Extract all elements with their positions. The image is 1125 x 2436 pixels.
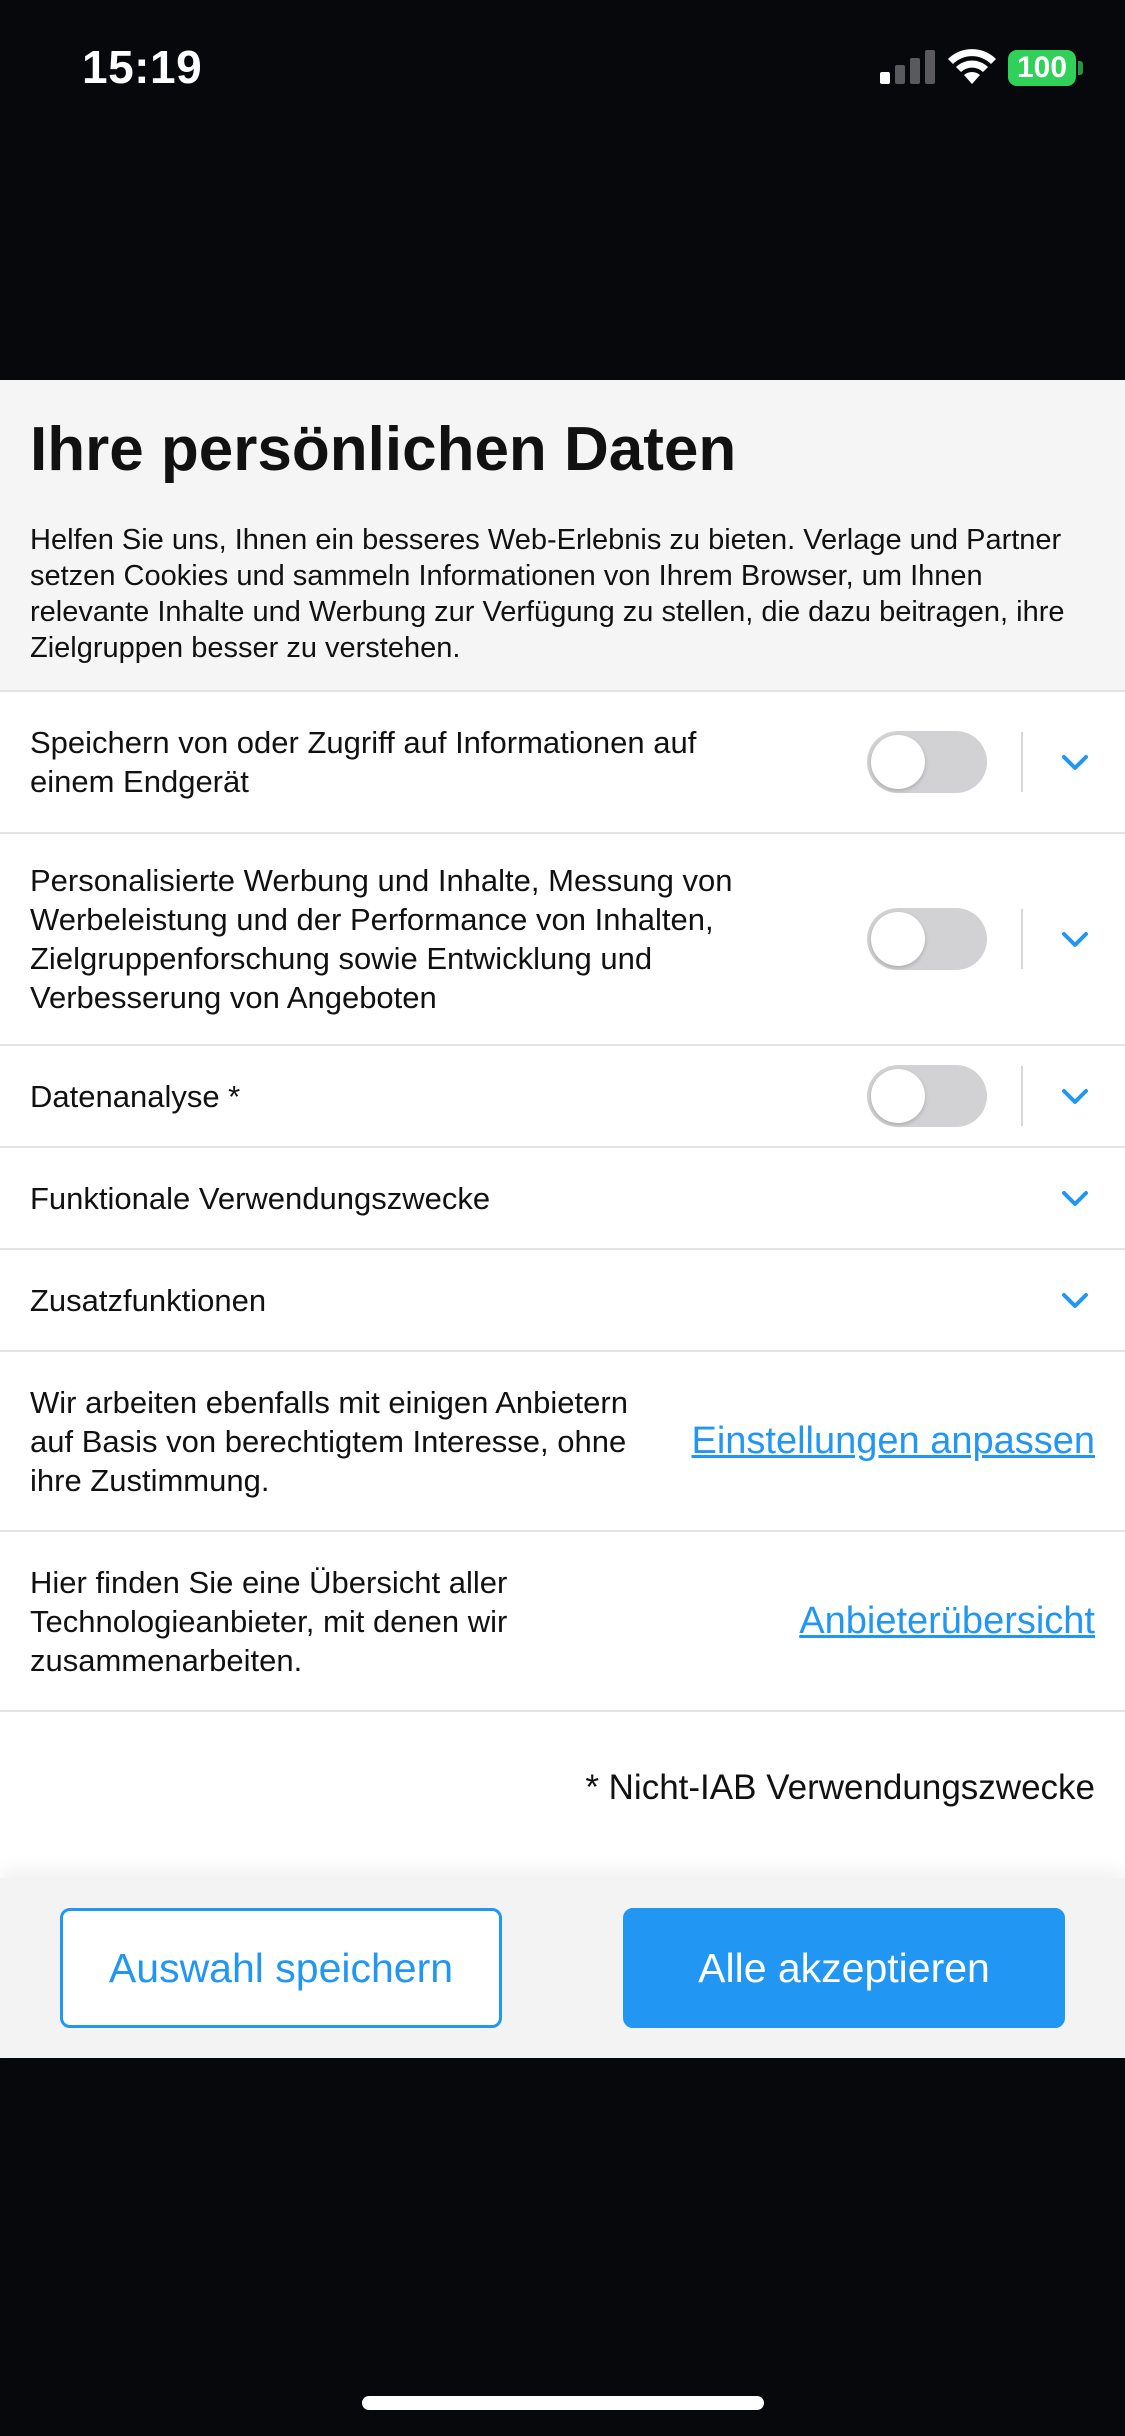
toggle-knob xyxy=(871,912,925,966)
chevron-down-icon[interactable] xyxy=(1055,742,1095,782)
consent-sheet: Ihre persönlichen Daten Helfen Sie uns, … xyxy=(0,380,1125,2057)
purpose-label: Zusatzfunktionen xyxy=(30,1282,267,1318)
cellular-signal-icon xyxy=(880,50,936,84)
toggle-knob xyxy=(871,1069,925,1123)
vendors-text: Hier finden Sie eine Übersicht aller Tec… xyxy=(30,1564,508,1678)
purpose-row-personalised-ads[interactable]: Personalisierte Werbung und Inhalte, Mes… xyxy=(0,834,1125,1046)
purpose-label: Personalisierte Werbung und Inhalte, Mes… xyxy=(30,863,733,1015)
legitimate-interest-row: Wir arbeiten ebenfalls mit einigen Anbie… xyxy=(0,1352,1125,1532)
toggle-personalised-ads[interactable] xyxy=(867,908,987,970)
purpose-label: Funktionale Verwendungszwecke xyxy=(30,1180,491,1216)
chevron-down-icon[interactable] xyxy=(1055,1280,1095,1320)
battery-icon: 100 xyxy=(1008,50,1076,86)
legitimate-interest-text: Wir arbeiten ebenfalls mit einigen Anbie… xyxy=(30,1384,628,1498)
consent-intro: Helfen Sie uns, Ihnen ein besseres Web-E… xyxy=(30,524,1065,664)
footnote: * Nicht-IAB Verwendungszwecke xyxy=(585,1768,1095,1807)
accept-all-button[interactable]: Alle akzeptieren xyxy=(623,1908,1065,2028)
chevron-down-icon[interactable] xyxy=(1055,1178,1095,1218)
toggle-knob xyxy=(871,735,925,789)
purpose-label: Speichern von oder Zugriff auf Informati… xyxy=(30,725,697,799)
purpose-label: Datenanalyse * xyxy=(30,1078,241,1114)
status-bar: 15:19 100 xyxy=(0,0,1125,140)
consent-footer: Auswahl speichern Alle akzeptieren xyxy=(0,1878,1125,2058)
home-indicator[interactable] xyxy=(362,2396,764,2410)
purpose-row-additional-features[interactable]: Zusatzfunktionen xyxy=(0,1250,1125,1352)
purpose-row-device-storage[interactable]: Speichern von oder Zugriff auf Informati… xyxy=(0,692,1125,834)
toggle-data-analysis[interactable] xyxy=(867,1065,987,1127)
consent-header: Ihre persönlichen Daten Helfen Sie uns, … xyxy=(0,380,1125,692)
divider xyxy=(1021,1066,1023,1126)
status-time: 15:19 xyxy=(82,41,203,93)
divider xyxy=(1021,732,1023,792)
purpose-row-functional[interactable]: Funktionale Verwendungszwecke xyxy=(0,1148,1125,1250)
toggle-device-storage[interactable] xyxy=(867,731,987,793)
adjust-settings-link[interactable]: Einstellungen anpassen xyxy=(691,1420,1095,1463)
save-selection-button[interactable]: Auswahl speichern xyxy=(60,1908,502,2028)
page-title: Ihre persönlichen Daten xyxy=(30,415,737,484)
battery-cap xyxy=(1078,61,1083,75)
wifi-icon xyxy=(948,49,996,84)
vendor-overview-link[interactable]: Anbieterübersicht xyxy=(799,1600,1095,1643)
chevron-down-icon[interactable] xyxy=(1055,919,1095,959)
purpose-row-data-analysis[interactable]: Datenanalyse * xyxy=(0,1046,1125,1148)
chevron-down-icon[interactable] xyxy=(1055,1076,1095,1116)
divider xyxy=(1021,909,1023,969)
vendors-row: Hier finden Sie eine Übersicht aller Tec… xyxy=(0,1532,1125,1712)
